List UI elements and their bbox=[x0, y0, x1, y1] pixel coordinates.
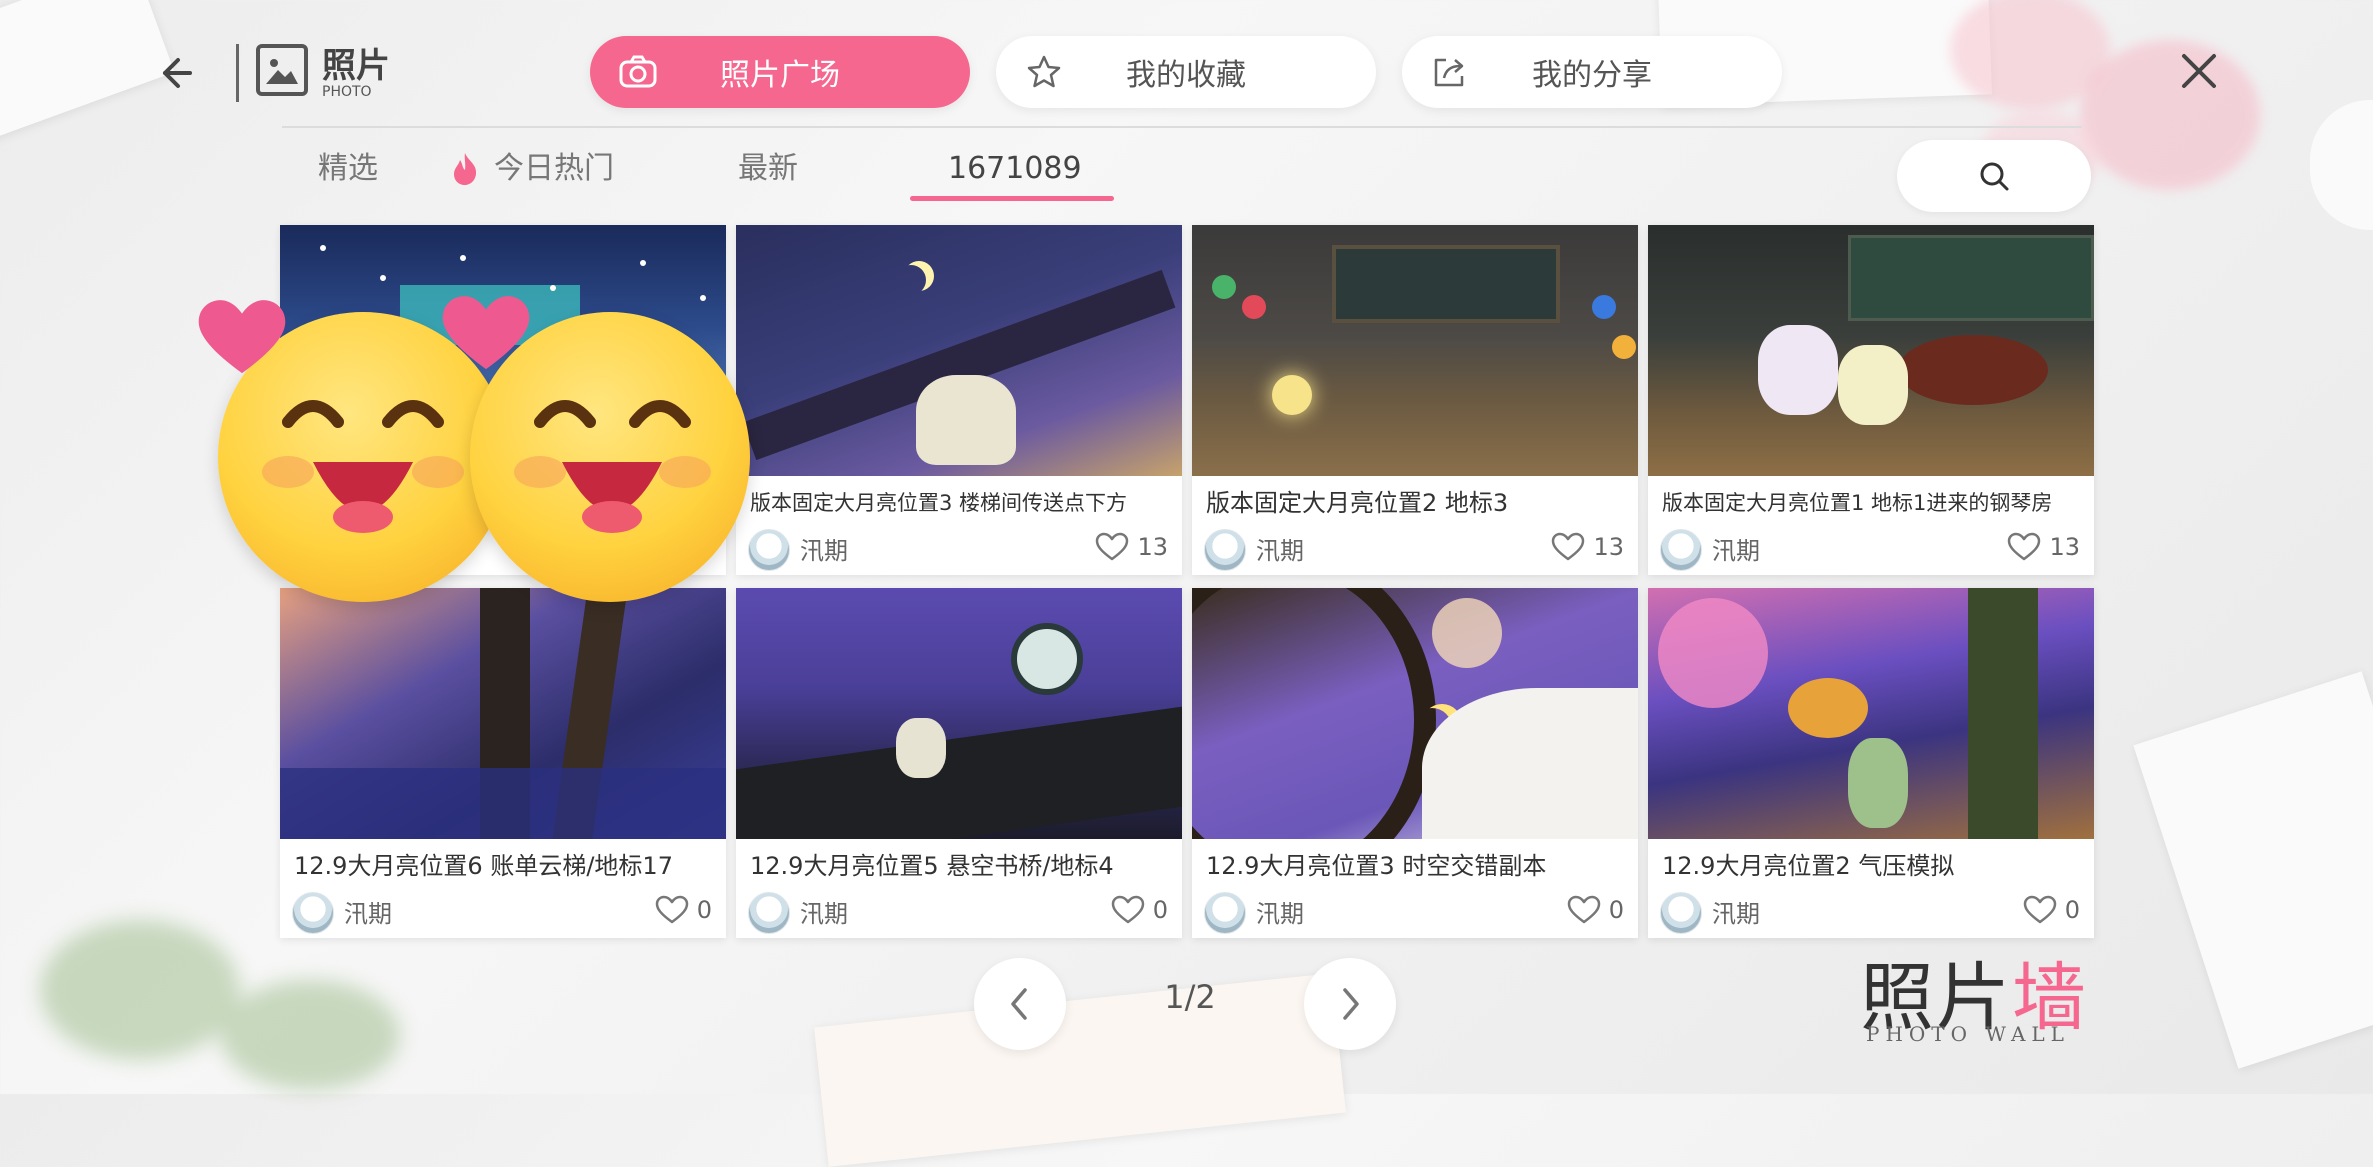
like-count: 13 bbox=[1137, 533, 1168, 561]
photo-caption: 版本固定大月亮位置3 楼梯间传送点下方 bbox=[750, 491, 1128, 515]
like-count: 0 bbox=[696, 896, 712, 924]
photo-caption: 12.9大月亮位置6 账单云梯/地标17 bbox=[294, 852, 673, 880]
close-icon[interactable] bbox=[2176, 48, 2222, 94]
photo-wall-logo: 照片墙 PHOTO WALL bbox=[1860, 938, 2100, 1058]
bg-paper-top-left bbox=[0, 0, 175, 141]
heart-icon bbox=[1552, 532, 1585, 561]
author-name[interactable]: 汛期 bbox=[344, 894, 392, 929]
logo-subtext: PHOTO WALL bbox=[1866, 1022, 2070, 1046]
page-subtitle: PHOTO bbox=[322, 84, 372, 100]
subtab-search-result[interactable]: 1671089 bbox=[948, 144, 1082, 194]
author-name[interactable]: 汛期 bbox=[1256, 894, 1304, 929]
author-name[interactable]: 汛期 bbox=[1712, 894, 1760, 929]
like-button[interactable]: 0 bbox=[2023, 892, 2080, 928]
chevron-left-icon bbox=[1011, 988, 1027, 1020]
tab-my-favorites[interactable]: 我的收藏 bbox=[996, 36, 1376, 108]
title-divider bbox=[236, 44, 239, 102]
photo-card[interactable]: 版本固定大月亮位置2 地标3 汛期 13 bbox=[1192, 225, 1638, 575]
photo-icon bbox=[256, 44, 308, 96]
bg-paper-bottom-right bbox=[2133, 671, 2373, 1069]
heart-icon bbox=[1567, 895, 1600, 924]
photo-card[interactable]: 版本固定大月亮位置1 地标1进来的钢琴房 汛期 13 bbox=[1648, 225, 2094, 575]
subtab-label: 1671089 bbox=[948, 151, 1082, 186]
like-button[interactable]: 0 bbox=[1111, 892, 1168, 928]
photo-caption: 版本固定大月亮位置2 地标3 bbox=[1206, 489, 1509, 517]
avatar[interactable] bbox=[1660, 529, 1702, 571]
subtab-featured[interactable]: 精选 bbox=[318, 144, 378, 194]
active-subtab-indicator bbox=[910, 196, 1114, 201]
photo-thumbnail[interactable] bbox=[1648, 225, 2094, 476]
photo-thumbnail[interactable] bbox=[736, 588, 1182, 839]
like-button[interactable]: 13 bbox=[1095, 529, 1168, 565]
heart-sticker-icon bbox=[442, 296, 530, 370]
bg-leaf-1 bbox=[40, 920, 240, 1060]
header-divider bbox=[282, 126, 2082, 128]
photo-thumbnail[interactable] bbox=[736, 225, 1182, 476]
subtab-label: 今日热门 bbox=[494, 151, 614, 186]
camera-icon bbox=[619, 55, 657, 88]
back-button[interactable] bbox=[150, 48, 200, 98]
bg-leaf-2 bbox=[220, 980, 400, 1090]
heart-sticker-icon bbox=[198, 300, 286, 374]
heart-icon bbox=[1111, 895, 1144, 924]
photo-card[interactable]: 12.9大月亮位置6 账单云梯/地标17 汛期 0 bbox=[280, 588, 726, 938]
photo-caption: 12.9大月亮位置2 气压模拟 bbox=[1662, 852, 1955, 880]
side-panel-handle[interactable] bbox=[2310, 100, 2373, 230]
author-name[interactable]: 汛期 bbox=[1712, 531, 1760, 566]
author-name[interactable]: 汛期 bbox=[800, 531, 848, 566]
avatar[interactable] bbox=[1204, 892, 1246, 934]
avatar[interactable] bbox=[748, 892, 790, 934]
photo-caption: 版本固定大月亮位置1 地标1进来的钢琴房 bbox=[1662, 491, 2053, 515]
like-button[interactable]: 0 bbox=[1567, 892, 1624, 928]
like-count: 0 bbox=[1608, 896, 1624, 924]
next-page-button[interactable] bbox=[1304, 958, 1396, 1050]
page-indicator: 1/2 bbox=[1164, 978, 1216, 1016]
photo-card[interactable]: 12.9大月亮位置5 悬空书桥/地标4 汛期 0 bbox=[736, 588, 1182, 938]
prev-page-button[interactable] bbox=[974, 958, 1066, 1050]
like-button[interactable]: 13 bbox=[2007, 529, 2080, 565]
avatar[interactable] bbox=[748, 529, 790, 571]
chevron-right-icon bbox=[1343, 988, 1359, 1020]
photo-caption: 12.9大月亮位置5 悬空书桥/地标4 bbox=[750, 852, 1114, 880]
tab-photo-plaza[interactable]: 照片广场 bbox=[590, 36, 970, 108]
share-icon bbox=[1434, 58, 1464, 87]
photo-thumbnail[interactable] bbox=[1192, 588, 1638, 839]
subtab-label: 最新 bbox=[738, 151, 798, 186]
photo-card[interactable]: 版本固定大月亮位置3 楼梯间传送点下方 汛期 13 bbox=[736, 225, 1182, 575]
heart-icon bbox=[2023, 895, 2056, 924]
photo-caption: 12.9大月亮位置3 时空交错副本 bbox=[1206, 852, 1547, 880]
subtab-today-hot[interactable]: 今日热门 bbox=[450, 144, 614, 194]
subtab-label: 精选 bbox=[318, 151, 378, 186]
star-icon bbox=[1027, 55, 1061, 88]
avatar[interactable] bbox=[1660, 892, 1702, 934]
search-button[interactable] bbox=[1897, 140, 2091, 212]
avatar[interactable] bbox=[1204, 529, 1246, 571]
subtab-latest[interactable]: 最新 bbox=[738, 144, 798, 194]
photo-thumbnail[interactable] bbox=[280, 588, 726, 839]
bg-blossom-2 bbox=[2080, 40, 2260, 190]
search-icon bbox=[1980, 162, 2009, 191]
photo-thumbnail[interactable] bbox=[1192, 225, 1638, 476]
like-count: 0 bbox=[1152, 896, 1168, 924]
photo-card[interactable]: 12.9大月亮位置2 气压模拟 汛期 0 bbox=[1648, 588, 2094, 938]
flame-icon bbox=[454, 153, 477, 185]
like-button[interactable]: 13 bbox=[1551, 529, 1624, 565]
arrow-left-icon bbox=[163, 58, 192, 88]
heart-icon bbox=[2008, 532, 2041, 561]
page-title: 照片 bbox=[322, 46, 390, 86]
photo-card[interactable]: 12.9大月亮位置3 时空交错副本 汛期 0 bbox=[1192, 588, 1638, 938]
heart-icon bbox=[655, 895, 688, 924]
heart-icon bbox=[1096, 532, 1129, 561]
avatar[interactable] bbox=[292, 892, 334, 934]
photo-thumbnail[interactable] bbox=[1648, 588, 2094, 839]
like-count: 13 bbox=[2049, 533, 2080, 561]
bg-envelope-bottom bbox=[814, 973, 1346, 1167]
author-name[interactable]: 汛期 bbox=[1256, 531, 1304, 566]
tab-my-shares[interactable]: 我的分享 bbox=[1402, 36, 1782, 108]
like-count: 0 bbox=[2064, 896, 2080, 924]
author-name[interactable]: 汛期 bbox=[800, 894, 848, 929]
like-count: 13 bbox=[1593, 533, 1624, 561]
like-button[interactable]: 0 bbox=[655, 892, 712, 928]
